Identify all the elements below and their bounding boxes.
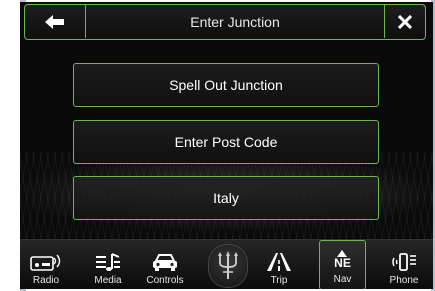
media-icon [94, 249, 122, 275]
radio-icon [30, 249, 62, 275]
page-title: Enter Junction [190, 13, 280, 30]
close-button[interactable] [384, 5, 425, 38]
trident-logo-button[interactable] [208, 244, 248, 288]
tab-nav[interactable]: NE Nav [319, 240, 366, 289]
tab-label-radio: Radio [32, 275, 60, 286]
tab-controls[interactable]: Controls [142, 240, 188, 289]
tab-label-nav: Nav [333, 274, 352, 285]
compass-icon: NE [334, 244, 351, 274]
tab-media[interactable]: Media [86, 240, 130, 289]
tab-phone[interactable]: Phone [382, 240, 426, 289]
country-select-button[interactable]: Italy [73, 176, 379, 220]
nav-heading: NE [334, 255, 351, 270]
trident-logo-icon [218, 251, 238, 279]
tab-trip[interactable]: Trip [256, 240, 302, 289]
car-icon [151, 249, 179, 275]
tab-label-trip: Trip [270, 275, 288, 286]
phone-icon [391, 249, 417, 275]
header-bar: Enter Junction [24, 4, 426, 40]
infotainment-screen: Enter Junction Spell Out Junction Enter … [20, 2, 433, 289]
close-icon [398, 14, 412, 29]
tab-label-phone: Phone [389, 275, 419, 286]
back-arrow-icon [45, 14, 64, 29]
road-icon [265, 249, 293, 275]
tab-label-media: Media [94, 275, 122, 286]
enter-post-code-button[interactable]: Enter Post Code [73, 120, 379, 164]
back-button[interactable] [25, 5, 86, 38]
spell-out-junction-button[interactable]: Spell Out Junction [73, 63, 379, 107]
tab-label-controls: Controls [146, 275, 184, 286]
tab-radio[interactable]: Radio [24, 240, 68, 289]
